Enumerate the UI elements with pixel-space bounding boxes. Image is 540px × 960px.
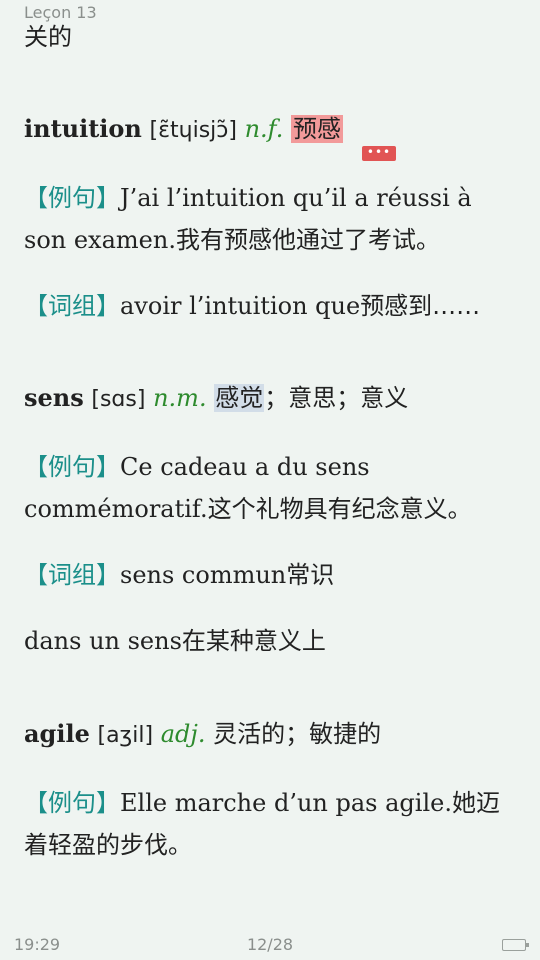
entry-sens-headword: sens [sɑs] n.m. 感觉；意思；意义 bbox=[24, 377, 516, 421]
battery-icon bbox=[502, 939, 529, 951]
example-intuition: 【例句】J’ai l’intuition qu’il a réussi à so… bbox=[24, 184, 472, 254]
example-sens: 【例句】Ce cadeau a du sens commémoratif.这个礼… bbox=[24, 453, 472, 523]
entry-agile-headword: agile [aʒil] adj. 灵活的；敏捷的 bbox=[24, 713, 516, 757]
headword: agile bbox=[24, 719, 90, 748]
phrase-intuition: 【词组】avoir l’intuition que预感到…… bbox=[24, 292, 481, 320]
entry-intuition-headword: intuition [ɛ̃tɥisjɔ̃] n.f. 预感 bbox=[24, 108, 516, 152]
meaning: 灵活的；敏捷的 bbox=[213, 720, 382, 748]
pronunciation: [sɑs] bbox=[91, 387, 146, 412]
headword: intuition bbox=[24, 114, 142, 143]
pronunciation: [ɛ̃tɥisjɔ̃] bbox=[149, 118, 237, 143]
text-fragment: 关的 bbox=[24, 23, 72, 51]
reader-footer: 19:29 12/28 bbox=[0, 930, 540, 960]
headword: sens bbox=[24, 383, 84, 412]
part-of-speech: n.m. bbox=[153, 384, 207, 412]
example-agile: 【例句】Elle marche d’un pas agile.她迈着轻盈的步伐。 bbox=[24, 789, 500, 859]
phrase-sens: 【词组】sens commun常识 bbox=[24, 561, 335, 589]
meaning-rest: ；意思；意义 bbox=[264, 384, 409, 412]
part-of-speech: adj. bbox=[160, 720, 206, 748]
more-options-button[interactable]: ••• bbox=[362, 146, 396, 161]
pronunciation: [aʒil] bbox=[97, 723, 154, 748]
part-of-speech: n.f. bbox=[244, 115, 284, 143]
phrase2-sens: dans un sens在某种意义上 bbox=[24, 627, 326, 655]
highlighted-meaning[interactable]: 感觉 bbox=[214, 384, 265, 412]
highlighted-meaning[interactable]: 预感 bbox=[290, 115, 343, 143]
page-indicator: 12/28 bbox=[246, 935, 294, 954]
